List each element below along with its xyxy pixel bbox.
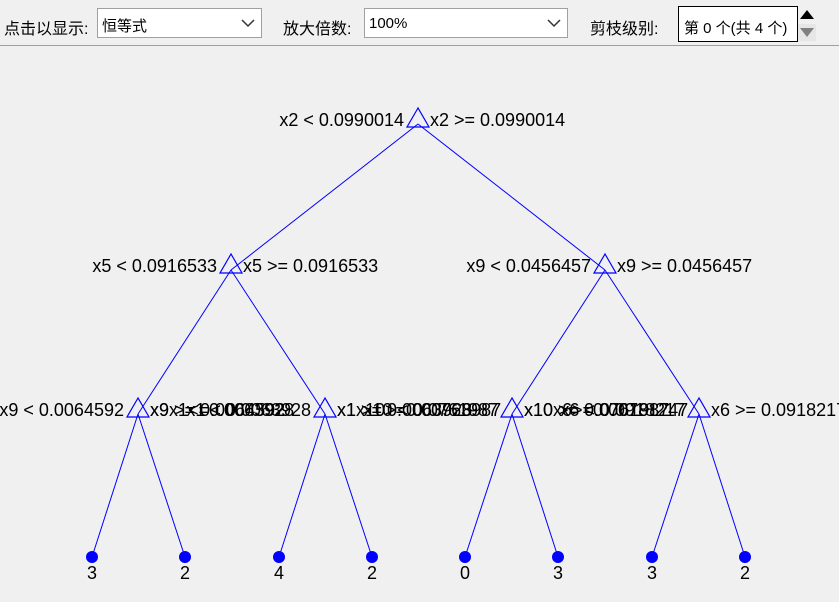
leaf-value: 3 bbox=[87, 563, 97, 583]
prune-level-spinner[interactable] bbox=[798, 6, 816, 42]
zoom-value: 100% bbox=[369, 15, 408, 32]
leaf-value: 2 bbox=[367, 563, 377, 583]
tree-edge bbox=[651, 413, 700, 558]
click-display-label: 点击以显示: bbox=[4, 21, 89, 38]
leaf-value: 0 bbox=[460, 563, 470, 583]
prune-level-field[interactable]: 第 0 个(共 4 个) bbox=[678, 6, 798, 42]
leaf-node[interactable] bbox=[459, 551, 471, 563]
spinner-down-icon[interactable] bbox=[798, 24, 816, 41]
split-left-label: x2 < 0.0990014 bbox=[279, 110, 404, 130]
tree-edge bbox=[324, 413, 373, 558]
leaf-value: 3 bbox=[647, 563, 657, 583]
decision-tree-view: x2 < 0.0990014 x2 >= 0.0990014 x5 < 0.0916… bbox=[0, 46, 839, 602]
leaf-node[interactable] bbox=[86, 551, 98, 563]
leaf-value: 2 bbox=[180, 563, 190, 583]
split-left-label: x9 < 0.0064592 bbox=[0, 400, 124, 420]
spinner-up-icon[interactable] bbox=[798, 6, 816, 23]
split-left-label: x5 < 0.0916533 bbox=[92, 256, 217, 276]
chevron-down-icon bbox=[241, 19, 255, 28]
toolbar: 点击以显示: 恒等式 放大倍数: 100% 剪枝级别: 第 0 个(共 4 个) bbox=[0, 0, 839, 46]
overlap-label: x1x10>=0.00763987 bbox=[337, 400, 501, 420]
split-left-label: x9 < 0.0456457 bbox=[466, 256, 591, 276]
leaf-node[interactable] bbox=[552, 551, 564, 563]
leaf-value: 4 bbox=[274, 563, 284, 583]
tree-edge bbox=[137, 269, 232, 415]
leaf-node[interactable] bbox=[273, 551, 285, 563]
leaf-node[interactable] bbox=[646, 551, 658, 563]
overlap-label: x10x6>=0.00781247 bbox=[524, 400, 688, 420]
leaf-node[interactable] bbox=[366, 551, 378, 563]
tree-labels: x2 < 0.0990014 x2 >= 0.0990014 x5 < 0.0916… bbox=[0, 110, 839, 420]
tree-edge bbox=[91, 413, 139, 558]
leaf-node[interactable] bbox=[179, 551, 191, 563]
split-right-label: x6 >= 0.0918217 bbox=[711, 400, 839, 420]
split-right-label: x2 >= 0.0990014 bbox=[430, 110, 565, 130]
zoom-label: 放大倍数: bbox=[283, 21, 352, 38]
leaf-node[interactable] bbox=[739, 551, 751, 563]
zoom-select[interactable]: 100% bbox=[364, 8, 568, 38]
tree-edge bbox=[230, 269, 326, 415]
split-right-label: x9 >= 0.0456457 bbox=[617, 256, 752, 276]
tree-edge bbox=[511, 269, 606, 415]
click-display-select[interactable]: 恒等式 bbox=[97, 8, 262, 38]
tree-leaves: 3 2 4 2 0 3 3 2 bbox=[86, 551, 751, 583]
leaf-value: 3 bbox=[553, 563, 563, 583]
tree-edge bbox=[417, 123, 606, 271]
tree-edges bbox=[91, 123, 746, 558]
overlap-label: x9x1<=0.0063928 bbox=[150, 400, 294, 420]
tree-edge bbox=[137, 413, 186, 558]
tree-edge bbox=[698, 413, 746, 558]
chevron-down-icon bbox=[547, 19, 561, 28]
click-display-value: 恒等式 bbox=[102, 18, 148, 35]
decision-tree-canvas: x2 < 0.0990014 x2 >= 0.0990014 x5 < 0.0916… bbox=[0, 106, 839, 583]
tree-edge bbox=[230, 123, 419, 271]
prune-level-label: 剪枝级别: bbox=[590, 21, 659, 38]
tree-edge bbox=[278, 413, 326, 558]
split-right-label: x5 >= 0.0916533 bbox=[243, 256, 378, 276]
prune-level-value: 第 0 个(共 4 个) bbox=[684, 20, 788, 37]
leaf-value: 2 bbox=[740, 563, 750, 583]
tree-edge bbox=[464, 413, 513, 558]
tree-edge bbox=[604, 269, 700, 415]
tree-edge bbox=[511, 413, 559, 558]
